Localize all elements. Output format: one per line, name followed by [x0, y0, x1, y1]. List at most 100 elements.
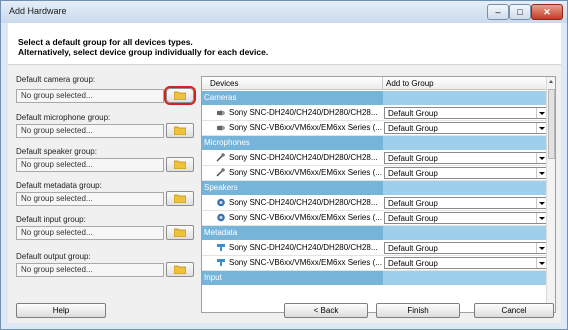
column-divider[interactable]	[382, 77, 383, 90]
chevron-down-icon[interactable]	[536, 213, 546, 223]
finish-button[interactable]: Finish	[376, 303, 460, 318]
default-camera-group-field[interactable]: No group selected...	[16, 89, 164, 103]
output-group-browse-button[interactable]	[166, 262, 194, 277]
instructions-header: Select a default group for all devices t…	[8, 23, 561, 65]
device-group-value: Default Group	[388, 199, 438, 208]
group-row-fill	[383, 226, 547, 240]
microphone-icon	[216, 153, 226, 162]
camera-icon	[216, 108, 226, 117]
instruction-line-1: Select a default group for all devices t…	[18, 37, 193, 47]
device-row[interactable]: Sony SNC-DH240/CH240/DH280/CH28... Defau…	[202, 106, 547, 121]
group-row-input[interactable]: Input	[202, 271, 547, 286]
input-group-browse-button[interactable]	[166, 225, 194, 240]
default-metadata-group-label: Default metadata group:	[16, 181, 102, 190]
speaker-icon	[216, 213, 226, 222]
device-group-select[interactable]: Default Group	[384, 197, 547, 209]
device-group-grid[interactable]: Devices Add to Group Cameras Sony SNC-DH…	[201, 76, 556, 313]
chevron-down-icon[interactable]	[536, 153, 546, 163]
grid-header: Devices Add to Group	[202, 77, 547, 90]
default-metadata-group-field[interactable]: No group selected...	[16, 192, 164, 206]
minimize-button[interactable]: –	[487, 4, 509, 20]
device-group-select[interactable]: Default Group	[384, 152, 547, 164]
device-group-select[interactable]: Default Group	[384, 107, 547, 119]
column-header-devices[interactable]: Devices	[210, 79, 238, 88]
device-group-select[interactable]: Default Group	[384, 167, 547, 179]
back-button[interactable]: < Back	[284, 303, 368, 318]
folder-icon	[174, 160, 186, 169]
device-group-value: Default Group	[388, 244, 438, 253]
device-name: Sony SNC-DH240/CH240/DH280/CH28...	[229, 153, 378, 162]
device-row[interactable]: Sony SNC-DH240/CH240/DH280/CH28... Defau…	[202, 151, 547, 166]
device-group-value: Default Group	[388, 169, 438, 178]
group-row-metadata[interactable]: Metadata	[202, 226, 547, 241]
group-row-fill	[383, 181, 547, 195]
title-bar[interactable]: Add Hardware – □ ✕	[1, 1, 567, 23]
grid-vertical-scrollbar[interactable]	[546, 77, 555, 312]
device-group-select[interactable]: Default Group	[384, 242, 547, 254]
default-microphone-group-field[interactable]: No group selected...	[16, 124, 164, 138]
group-name: Input	[204, 273, 222, 282]
default-speaker-group-label: Default speaker group:	[16, 147, 97, 156]
column-header-add-to-group[interactable]: Add to Group	[386, 79, 434, 88]
chevron-down-icon[interactable]	[536, 198, 546, 208]
device-row[interactable]: Sony SNC-VB6xx/VM6xx/EM6xx Series (... D…	[202, 256, 547, 271]
folder-icon	[174, 194, 186, 203]
folder-icon	[174, 228, 186, 237]
device-name: Sony SNC-VB6xx/VM6xx/EM6xx Series (...	[229, 213, 382, 222]
default-input-group-field[interactable]: No group selected...	[16, 226, 164, 240]
device-name: Sony SNC-DH240/CH240/DH280/CH28...	[229, 108, 378, 117]
group-row-cameras[interactable]: Cameras	[202, 91, 547, 106]
metadata-icon	[216, 258, 226, 267]
dialog-client: Select a default group for all devices t…	[8, 23, 561, 323]
scroll-up-icon[interactable]	[549, 80, 553, 83]
group-name: Cameras	[204, 93, 237, 102]
device-name: Sony SNC-VB6xx/VM6xx/EM6xx Series (...	[229, 123, 382, 132]
chevron-down-icon[interactable]	[536, 123, 546, 133]
device-group-select[interactable]: Default Group	[384, 122, 547, 134]
chevron-down-icon[interactable]	[536, 108, 546, 118]
device-name: Sony SNC-DH240/CH240/DH280/CH28...	[229, 243, 378, 252]
device-group-value: Default Group	[388, 124, 438, 133]
window-title: Add Hardware	[9, 6, 67, 16]
folder-icon	[174, 126, 186, 135]
folder-icon	[174, 265, 186, 274]
device-group-select[interactable]: Default Group	[384, 257, 547, 269]
device-group-value: Default Group	[388, 109, 438, 118]
device-name: Sony SNC-VB6xx/VM6xx/EM6xx Series (...	[229, 258, 382, 267]
metadata-icon	[216, 243, 226, 252]
default-output-group-label: Default output group:	[16, 252, 91, 261]
chevron-down-icon[interactable]	[536, 168, 546, 178]
maximize-icon: □	[517, 6, 523, 17]
cancel-button[interactable]: Cancel	[474, 303, 554, 318]
device-row[interactable]: Sony SNC-VB6xx/VM6xx/EM6xx Series (... D…	[202, 166, 547, 181]
default-input-group-label: Default input group:	[16, 215, 86, 224]
device-row[interactable]: Sony SNC-VB6xx/VM6xx/EM6xx Series (... D…	[202, 211, 547, 226]
camera-group-browse-button[interactable]	[166, 88, 194, 103]
chevron-down-icon[interactable]	[536, 243, 546, 253]
microphone-group-browse-button[interactable]	[166, 123, 194, 138]
close-button[interactable]: ✕	[531, 4, 563, 20]
default-speaker-group-field[interactable]: No group selected...	[16, 158, 164, 172]
group-name: Microphones	[204, 138, 250, 147]
metadata-group-browse-button[interactable]	[166, 191, 194, 206]
device-row[interactable]: Sony SNC-VB6xx/VM6xx/EM6xx Series (... D…	[202, 121, 547, 136]
device-name: Sony SNC-VB6xx/VM6xx/EM6xx Series (...	[229, 168, 382, 177]
maximize-button[interactable]: □	[509, 4, 531, 20]
device-row[interactable]: Sony SNC-DH240/CH240/DH280/CH28... Defau…	[202, 241, 547, 256]
default-output-group-field[interactable]: No group selected...	[16, 263, 164, 277]
device-group-value: Default Group	[388, 214, 438, 223]
microphone-icon	[216, 168, 226, 177]
chevron-down-icon[interactable]	[536, 258, 546, 268]
camera-icon	[216, 123, 226, 132]
device-group-select[interactable]: Default Group	[384, 212, 547, 224]
group-row-speakers[interactable]: Speakers	[202, 181, 547, 196]
help-button[interactable]: Help	[16, 303, 106, 318]
device-row[interactable]: Sony SNC-DH240/CH240/DH280/CH28... Defau…	[202, 196, 547, 211]
group-row-microphones[interactable]: Microphones	[202, 136, 547, 151]
speaker-group-browse-button[interactable]	[166, 157, 194, 172]
speaker-icon	[216, 198, 226, 207]
group-name: Speakers	[204, 183, 238, 192]
folder-icon	[174, 91, 186, 100]
default-camera-group-label: Default camera group:	[16, 75, 96, 84]
scrollbar-thumb[interactable]	[548, 89, 555, 159]
